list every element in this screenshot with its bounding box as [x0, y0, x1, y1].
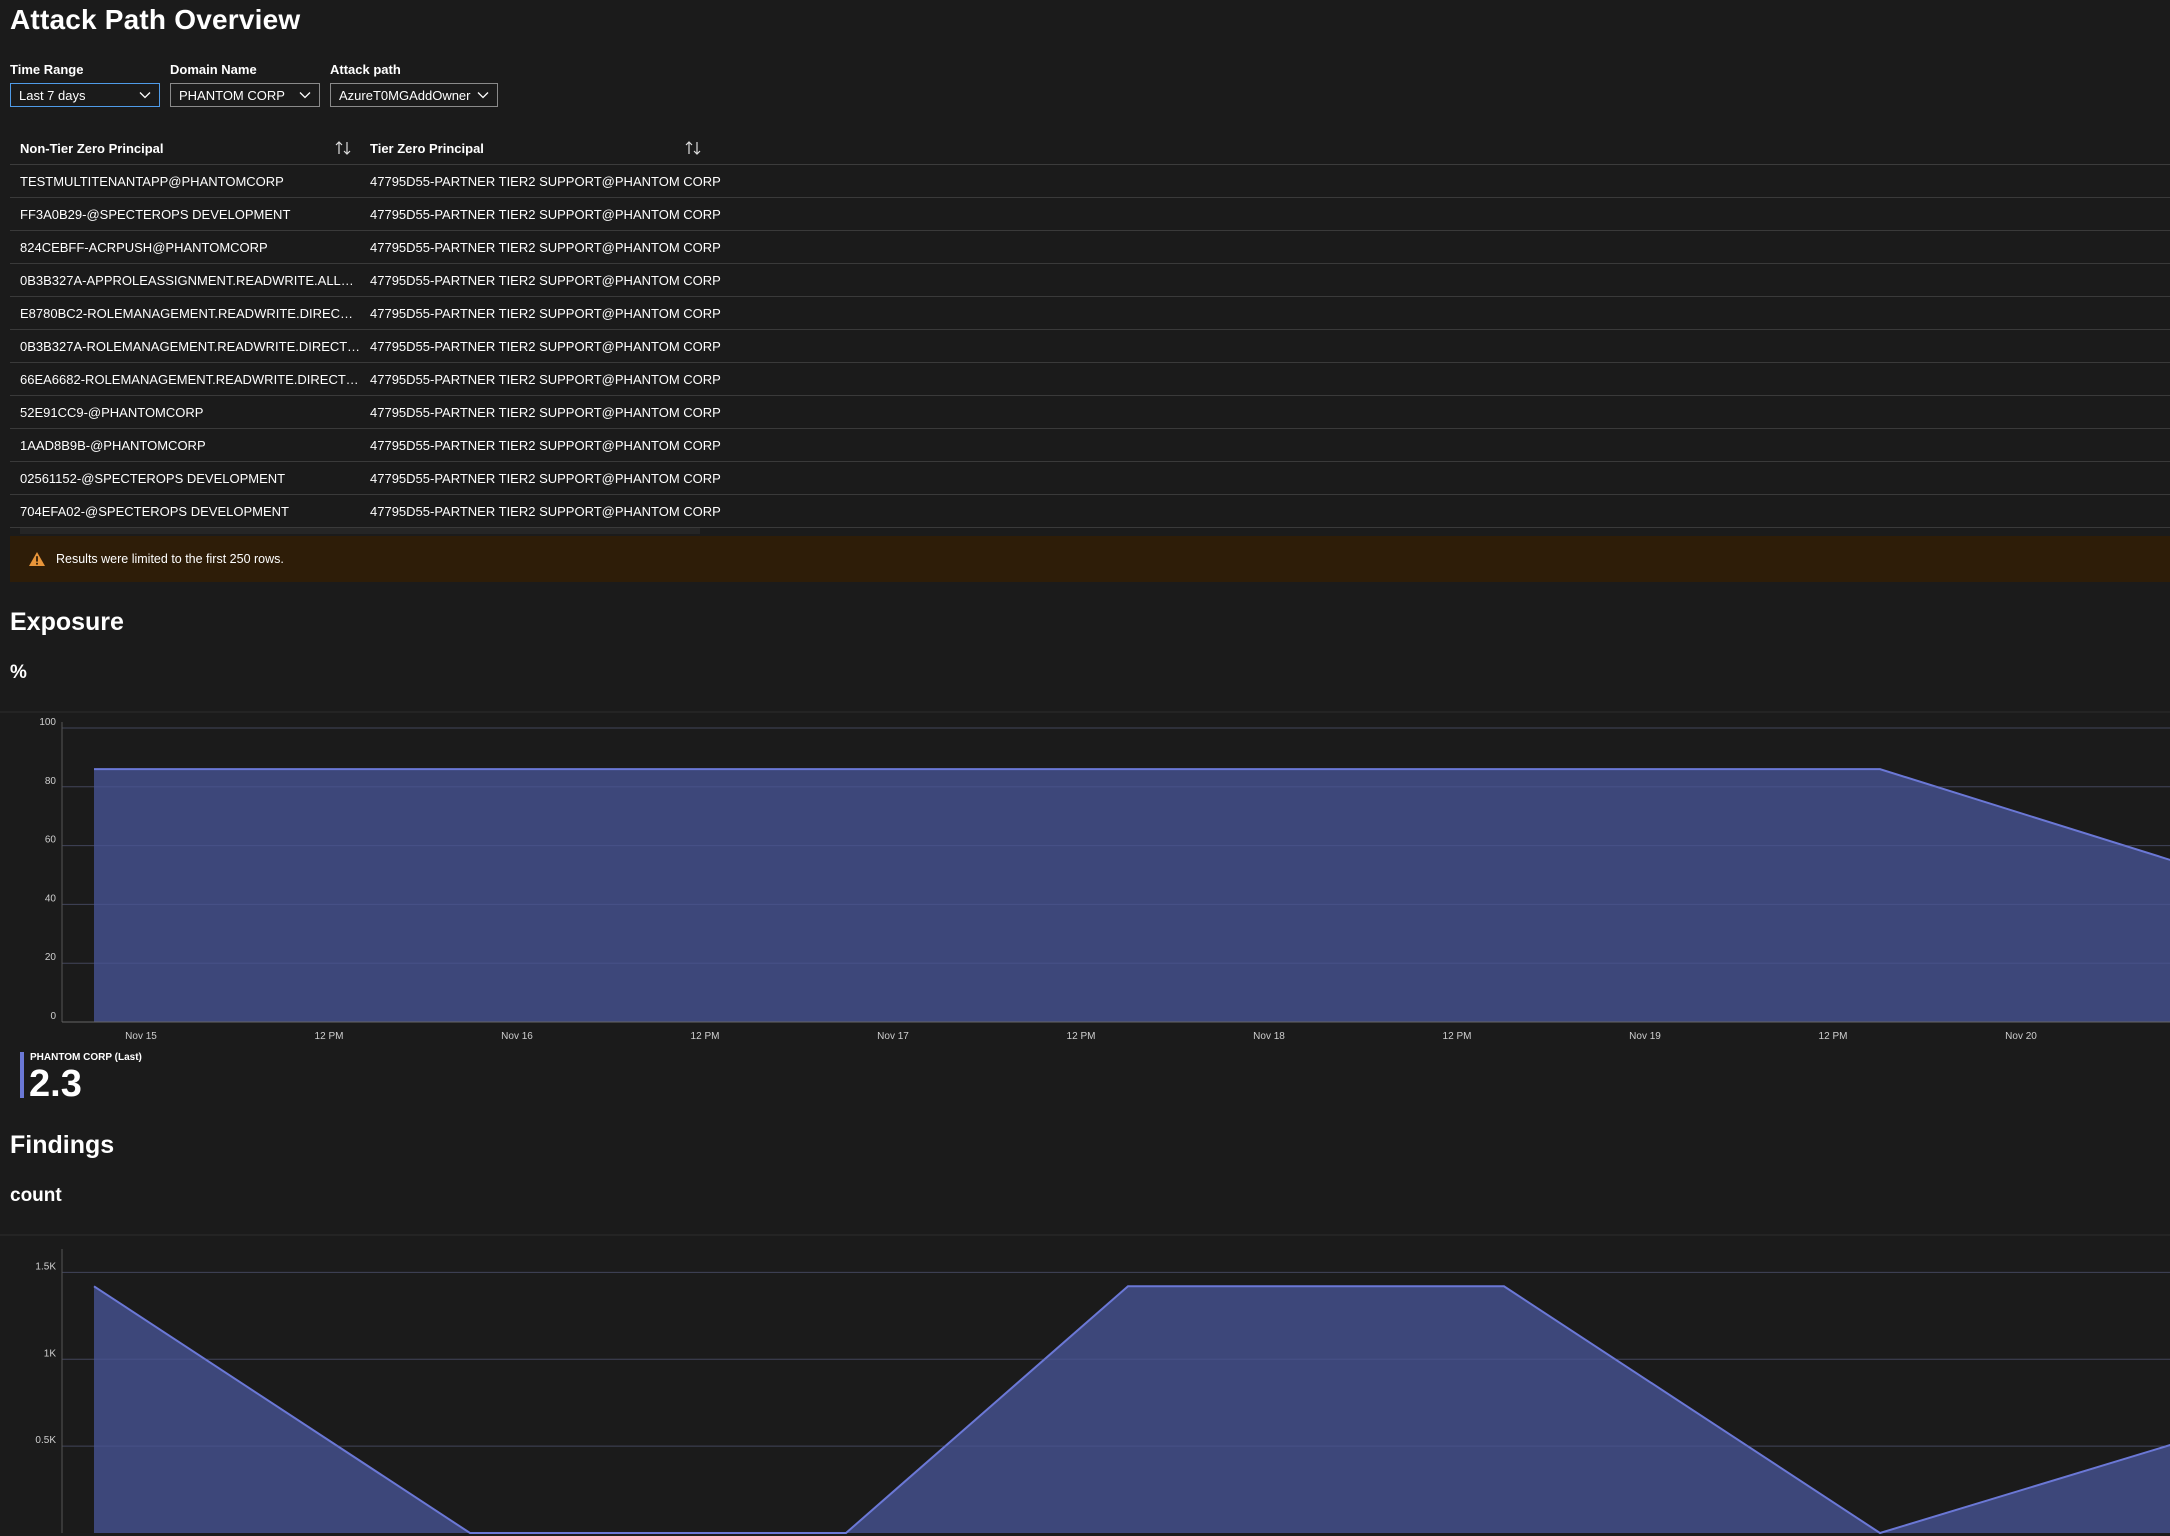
table-header: Non-Tier Zero Principal Tier Zero Princi…: [10, 132, 2170, 165]
series-area: [94, 1286, 2170, 1533]
domain-name-label: Domain Name: [170, 62, 257, 77]
tier-zero-cell: 47795D55-PARTNER TIER2 SUPPORT@PHANTOM C…: [370, 437, 721, 453]
legend-series-name: PHANTOM CORP (Last): [30, 1052, 142, 1063]
legend-color-bar: [20, 1052, 24, 1098]
table-row[interactable]: E8780BC2-ROLEMANAGEMENT.READWRITE.DIRECT…: [10, 297, 2170, 330]
table-row[interactable]: 824CEBFF-ACRPUSH@PHANTOMCORP 47795D55-PAR…: [10, 231, 2170, 264]
non-tier-zero-cell: 824CEBFF-ACRPUSH@PHANTOMCORP: [20, 239, 268, 255]
findings-title: Findings: [10, 1131, 115, 1159]
y-tick-label: 20: [45, 952, 57, 963]
y-tick-label: 80: [45, 776, 57, 787]
x-tick-label: 12 PM: [1819, 1031, 1848, 1042]
x-tick-label: 12 PM: [1067, 1031, 1096, 1042]
time-range-label: Time Range: [10, 62, 84, 77]
table-row[interactable]: 66EA6682-ROLEMANAGEMENT.READWRITE.DIRECT…: [10, 363, 2170, 396]
tier-zero-cell: 47795D55-PARTNER TIER2 SUPPORT@PHANTOM C…: [370, 470, 721, 486]
table-row[interactable]: FF3A0B29-@SPECTEROPS DEVELOPMENT 47795D55…: [10, 198, 2170, 231]
table-row[interactable]: 0B3B327A-ROLEMANAGEMENT.READWRITE.DIRECT…: [10, 330, 2170, 363]
table-body: TESTMULTITENANTAPP@PHANTOMCORP 47795D55-P…: [10, 165, 2170, 528]
y-tick-label: 1K: [44, 1348, 57, 1359]
x-tick-label: 12 PM: [691, 1031, 720, 1042]
tier-zero-cell: 47795D55-PARTNER TIER2 SUPPORT@PHANTOM C…: [370, 173, 721, 189]
chevron-down-icon: [477, 92, 489, 99]
y-tick-label: 1.5K: [35, 1261, 56, 1272]
exposure-unit-label: %: [10, 662, 27, 683]
x-tick-label: 12 PM: [1443, 1031, 1472, 1042]
non-tier-zero-cell: 704EFA02-@SPECTEROPS DEVELOPMENT: [20, 503, 289, 519]
x-tick-label: Nov 20: [2005, 1031, 2037, 1042]
attack-path-filter: Attack path AzureT0MGAddOwner: [330, 62, 498, 107]
time-range-value: Last 7 days: [19, 87, 86, 103]
y-tick-label: 0: [50, 1011, 56, 1022]
page-title: Attack Path Overview: [10, 4, 301, 35]
y-tick-label: 100: [39, 717, 56, 728]
x-tick-label: Nov 16: [501, 1031, 533, 1042]
attack-path-value: AzureT0MGAddOwner: [339, 87, 471, 103]
non-tier-zero-cell: 0B3B327A-ROLEMANAGEMENT.READWRITE.DIRECT…: [20, 338, 360, 354]
domain-name-dropdown[interactable]: PHANTOM CORP: [170, 83, 320, 107]
non-tier-zero-cell: 02561152-@SPECTEROPS DEVELOPMENT: [20, 470, 286, 486]
non-tier-zero-cell: 66EA6682-ROLEMANAGEMENT.READWRITE.DIRECT…: [20, 371, 360, 387]
table-row[interactable]: 1AAD8B9B-@PHANTOMCORP 47795D55-PARTNER TI…: [10, 429, 2170, 462]
non-tier-zero-cell: FF3A0B29-@SPECTEROPS DEVELOPMENT: [20, 206, 291, 222]
warning-text: Results were limited to the first 250 ro…: [56, 552, 284, 566]
x-tick-label: Nov 19: [1629, 1031, 1661, 1042]
tier-zero-cell: 47795D55-PARTNER TIER2 SUPPORT@PHANTOM C…: [370, 371, 721, 387]
partially-hidden-row: [20, 528, 700, 534]
tier-zero-cell: 47795D55-PARTNER TIER2 SUPPORT@PHANTOM C…: [370, 239, 721, 255]
table-row[interactable]: TESTMULTITENANTAPP@PHANTOMCORP 47795D55-P…: [10, 165, 2170, 198]
tier-zero-cell: 47795D55-PARTNER TIER2 SUPPORT@PHANTOM C…: [370, 206, 721, 222]
y-tick-label: 0.5K: [35, 1435, 56, 1446]
table-scroll-overflow: [10, 528, 2170, 536]
y-tick-label: 60: [45, 835, 57, 846]
y-tick-label: 40: [45, 893, 57, 904]
tier-zero-cell: 47795D55-PARTNER TIER2 SUPPORT@PHANTOM C…: [370, 503, 721, 519]
column-header-non-tier-zero[interactable]: Non-Tier Zero Principal: [10, 141, 360, 156]
legend-last-value: 2.3: [29, 1063, 82, 1105]
table-row[interactable]: 52E91CC9-@PHANTOMCORP 47795D55-PARTNER TI…: [10, 396, 2170, 429]
x-tick-label: Nov 17: [877, 1031, 909, 1042]
x-tick-label: 12 PM: [315, 1031, 344, 1042]
x-tick-label: Nov 18: [1253, 1031, 1285, 1042]
non-tier-zero-cell: 1AAD8B9B-@PHANTOMCORP: [20, 437, 206, 453]
non-tier-zero-cell: E8780BC2-ROLEMANAGEMENT.READWRITE.DIRECT…: [20, 305, 360, 321]
sort-icon[interactable]: [334, 140, 352, 156]
chevron-down-icon: [139, 92, 151, 99]
exposure-chart[interactable]: 0 20 40 60 80 100 Nov 15 12 PM Nov 16 12 PM Nov 17…: [0, 700, 2170, 1050]
sort-icon[interactable]: [684, 140, 702, 156]
non-tier-zero-cell: 52E91CC9-@PHANTOMCORP: [20, 404, 204, 420]
chevron-down-icon: [299, 92, 311, 99]
domain-name-filter: Domain Name PHANTOM CORP: [170, 62, 320, 107]
series-area: [94, 769, 2170, 1022]
results-table: Non-Tier Zero Principal Tier Zero Princi…: [10, 132, 2170, 536]
non-tier-zero-cell: 0B3B327A-APPROLEASSIGNMENT.READWRITE.ALL…: [20, 272, 360, 288]
warning-banner: Results were limited to the first 250 ro…: [10, 536, 2170, 582]
attack-path-label: Attack path: [330, 62, 401, 77]
time-range-dropdown[interactable]: Last 7 days: [10, 83, 160, 107]
findings-chart[interactable]: 0.5K 1K 1.5K: [0, 1225, 2170, 1536]
non-tier-zero-cell: TESTMULTITENANTAPP@PHANTOMCORP: [20, 173, 284, 189]
x-tick-label: Nov 15: [125, 1031, 157, 1042]
attack-path-dropdown[interactable]: AzureT0MGAddOwner: [330, 83, 498, 107]
tier-zero-cell: 47795D55-PARTNER TIER2 SUPPORT@PHANTOM C…: [370, 272, 721, 288]
table-row[interactable]: 0B3B327A-APPROLEASSIGNMENT.READWRITE.ALL…: [10, 264, 2170, 297]
domain-name-value: PHANTOM CORP: [179, 87, 285, 103]
table-row[interactable]: 02561152-@SPECTEROPS DEVELOPMENT 47795D55…: [10, 462, 2170, 495]
tier-zero-cell: 47795D55-PARTNER TIER2 SUPPORT@PHANTOM C…: [370, 338, 721, 354]
findings-unit-label: count: [10, 1185, 62, 1206]
warning-icon: [29, 552, 45, 566]
table-row[interactable]: 704EFA02-@SPECTEROPS DEVELOPMENT 47795D55…: [10, 495, 2170, 528]
time-range-filter: Time Range Last 7 days: [10, 62, 160, 107]
tier-zero-cell: 47795D55-PARTNER TIER2 SUPPORT@PHANTOM C…: [370, 404, 721, 420]
tier-zero-cell: 47795D55-PARTNER TIER2 SUPPORT@PHANTOM C…: [370, 305, 721, 321]
exposure-title: Exposure: [10, 608, 124, 636]
